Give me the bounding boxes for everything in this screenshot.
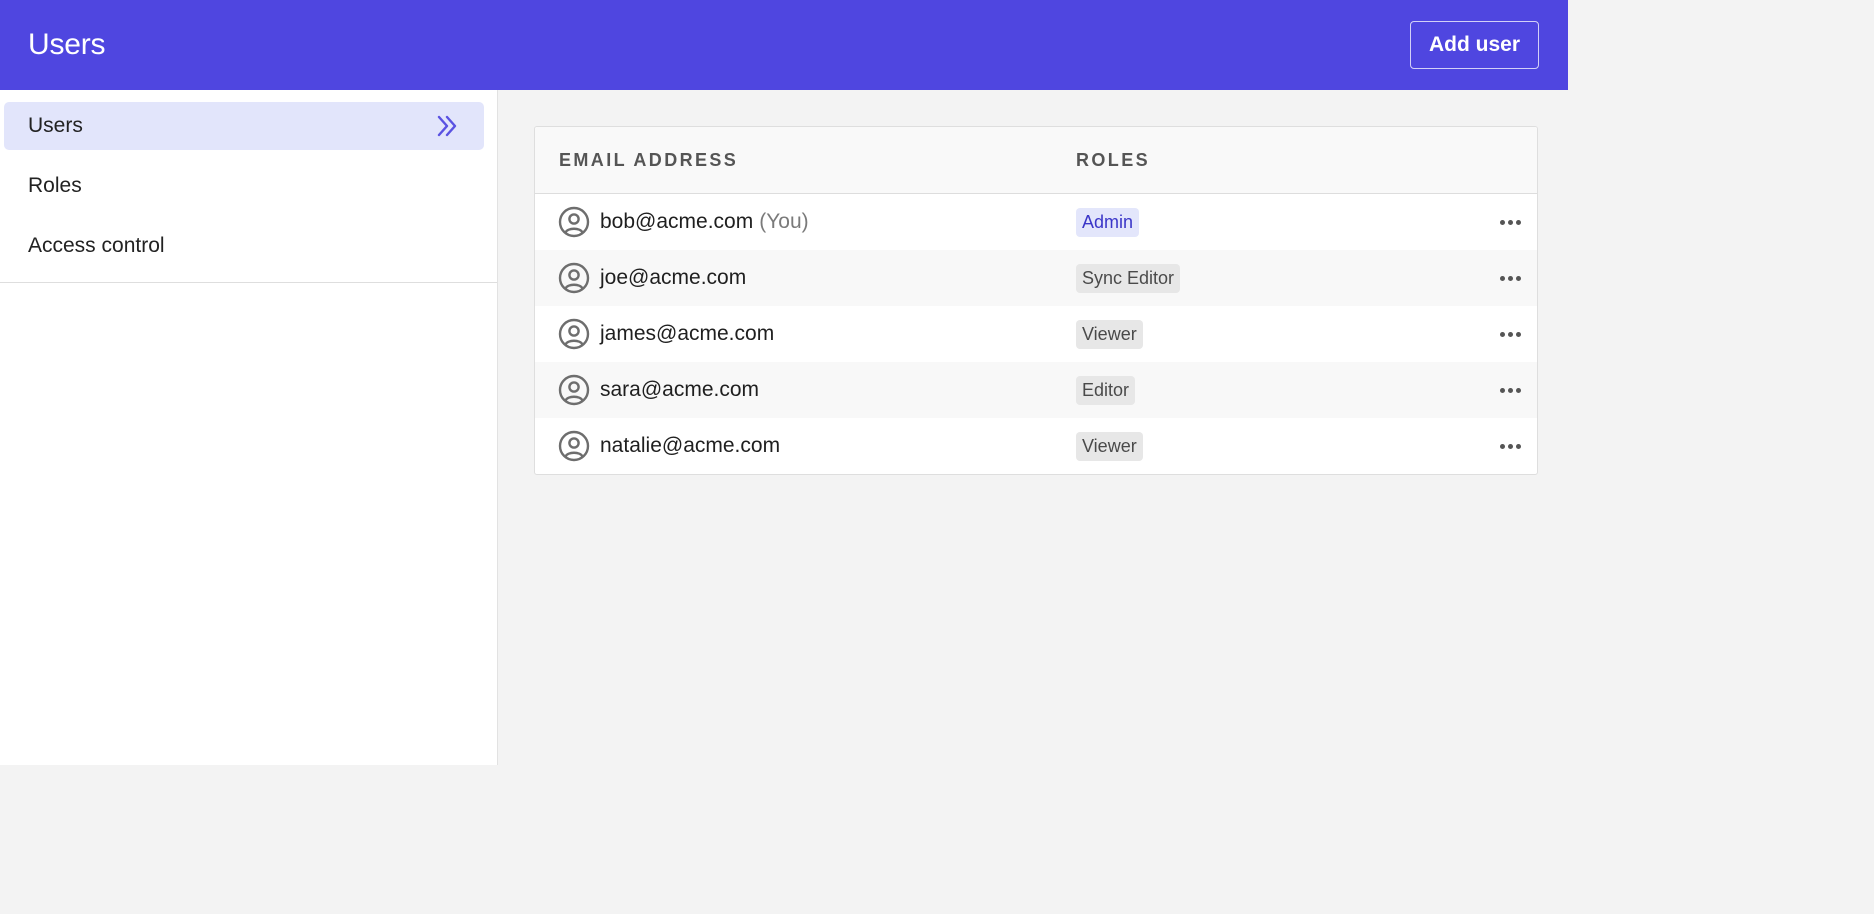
more-horizontal-icon[interactable] bbox=[1483, 331, 1537, 337]
more-horizontal-icon[interactable] bbox=[1483, 443, 1537, 449]
user-email: joe@acme.com bbox=[600, 266, 747, 289]
top-bar: Users Add user bbox=[0, 0, 1568, 90]
role-badge: Admin bbox=[1076, 207, 1140, 237]
column-header-email: EMAIL ADDRESS bbox=[559, 149, 739, 170]
chevrons-right-icon bbox=[434, 113, 460, 139]
role-badge: Viewer bbox=[1076, 431, 1143, 461]
table-row: bob@acme.com (You) Admin bbox=[535, 194, 1537, 250]
sidebar-item-roles[interactable]: Roles bbox=[4, 162, 484, 210]
sidebar: Users Roles Access control bbox=[0, 90, 498, 765]
column-header-roles: ROLES bbox=[1076, 149, 1151, 170]
table-row: sara@acme.com Editor bbox=[535, 362, 1537, 418]
table-row: james@acme.com Viewer bbox=[535, 306, 1537, 362]
table-row: joe@acme.com Sync Editor bbox=[535, 250, 1537, 306]
role-badge: Sync Editor bbox=[1076, 263, 1181, 293]
more-horizontal-icon[interactable] bbox=[1483, 387, 1537, 393]
page-title: Users bbox=[28, 28, 106, 61]
more-horizontal-icon[interactable] bbox=[1483, 219, 1537, 225]
sidebar-item-access-control[interactable]: Access control bbox=[4, 222, 484, 270]
user-circle-icon bbox=[558, 318, 590, 350]
user-email: james@acme.com bbox=[600, 322, 775, 345]
table-row: natalie@acme.com Viewer bbox=[535, 418, 1537, 474]
user-circle-icon bbox=[558, 430, 590, 462]
user-circle-icon bbox=[558, 374, 590, 406]
sidebar-item-label: Users bbox=[28, 114, 83, 137]
user-email: sara@acme.com bbox=[600, 378, 760, 401]
sidebar-item-users[interactable]: Users bbox=[4, 102, 484, 150]
table-header: EMAIL ADDRESS ROLES bbox=[535, 127, 1537, 194]
sidebar-item-label: Roles bbox=[28, 174, 82, 197]
role-badge: Viewer bbox=[1076, 319, 1143, 349]
sidebar-nav: Users Roles Access control bbox=[0, 90, 497, 283]
sidebar-item-label: Access control bbox=[28, 234, 165, 257]
main-content: EMAIL ADDRESS ROLES bob@acme.com (You) A… bbox=[499, 90, 1568, 765]
user-circle-icon bbox=[558, 262, 590, 294]
role-badge: Editor bbox=[1076, 375, 1136, 405]
more-horizontal-icon[interactable] bbox=[1483, 275, 1537, 281]
user-email: bob@acme.com bbox=[600, 210, 754, 233]
add-user-button[interactable]: Add user bbox=[1409, 21, 1539, 69]
user-circle-icon bbox=[558, 206, 590, 238]
users-table: EMAIL ADDRESS ROLES bob@acme.com (You) A… bbox=[534, 126, 1538, 475]
current-user-tag: (You) bbox=[759, 210, 809, 233]
user-email: natalie@acme.com bbox=[600, 434, 781, 457]
